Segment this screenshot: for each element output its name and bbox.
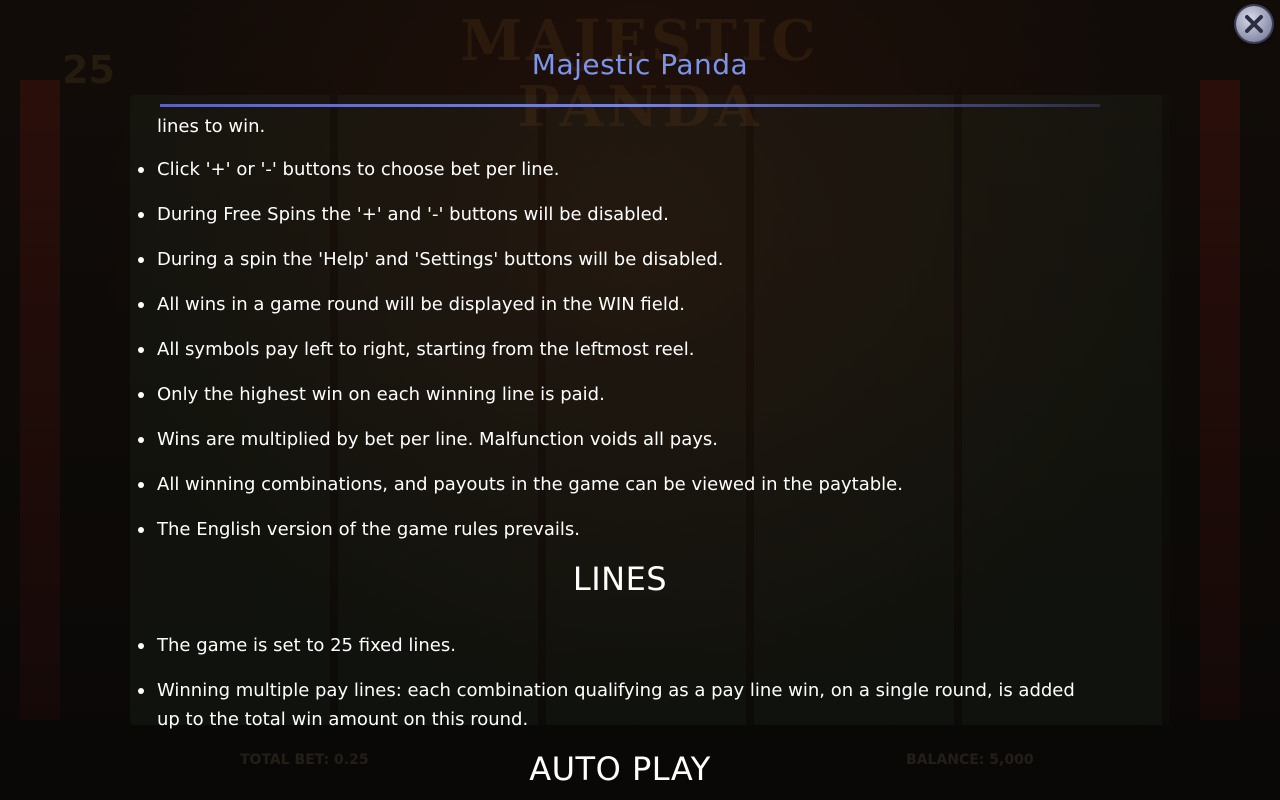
rules-scroll-area[interactable]: lines to win. Click '+' or '-' buttons t… (0, 108, 1280, 800)
list-item: Click '+' or '-' buttons to choose bet p… (138, 155, 1077, 184)
list-item: All winning combinations, and payouts in… (138, 470, 1077, 499)
list-item: All symbols pay left to right, starting … (138, 335, 1077, 364)
list-item: Wins are multiplied by bet per line. Mal… (138, 425, 1077, 454)
list-item: All wins in a game round will be display… (138, 290, 1077, 319)
rules-text-fragment: lines to win. (157, 116, 266, 137)
dialog-title: Majestic Panda (531, 48, 749, 81)
lines-rules-list: The game is set to 25 fixed lines. Winni… (138, 631, 1077, 750)
lines-heading: LINES (572, 560, 668, 598)
list-item: Only the highest win on each winning lin… (138, 380, 1077, 409)
close-icon (1245, 15, 1263, 33)
list-item: The game is set to 25 fixed lines. (138, 631, 1077, 660)
title-divider (160, 104, 1100, 107)
general-rules-list: Click '+' or '-' buttons to choose bet p… (138, 155, 1077, 560)
list-item: The English version of the game rules pr… (138, 515, 1077, 544)
close-button[interactable] (1236, 6, 1272, 42)
list-item: Winning multiple pay lines: each combina… (138, 676, 1077, 734)
auto-play-heading: AUTO PLAY (529, 750, 711, 788)
list-item: During a spin the 'Help' and 'Settings' … (138, 245, 1077, 274)
list-item: During Free Spins the '+' and '-' button… (138, 200, 1077, 229)
